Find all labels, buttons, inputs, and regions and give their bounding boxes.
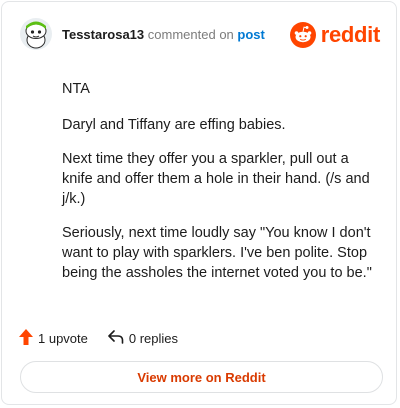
comment-paragraph: Next time they offer you a sparkler, pul… [62, 151, 370, 207]
comment-meta: Tesstarosa13 commented on post [62, 27, 265, 42]
comment-paragraph: Seriously, next time loudly say "You kno… [62, 225, 372, 281]
action-text: commented on [147, 27, 234, 42]
comment-paragraph: Daryl and Tiffany are effing babies. [62, 117, 286, 133]
post-link[interactable]: post [237, 27, 264, 42]
upvote-count[interactable]: 1 upvote [19, 328, 88, 348]
reply-arrow-icon [108, 329, 124, 347]
upvote-label: 1 upvote [38, 330, 88, 346]
comment-body: NTA Daryl and Tiffany are effing babies.… [62, 79, 372, 297]
view-more-button[interactable]: View more on Reddit [20, 361, 383, 393]
comment-header: Tesstarosa13 commented on post reddit [18, 18, 380, 54]
reddit-wordmark: reddit [320, 22, 381, 47]
reddit-brand[interactable]: reddit [289, 20, 381, 50]
upvote-arrow-icon[interactable] [19, 328, 33, 348]
snoo-avatar-icon[interactable] [20, 18, 52, 50]
comment-footer: 1 upvote 0 replies [19, 327, 198, 349]
reddit-logo-icon [289, 22, 316, 48]
reply-count[interactable]: 0 replies [108, 329, 179, 347]
comment-paragraph: NTA [62, 81, 90, 97]
reddit-comment-embed: Tesstarosa13 commented on post reddit NT… [1, 1, 397, 405]
reply-label: 0 replies [128, 330, 179, 346]
username-link[interactable]: Tesstarosa13 [62, 27, 144, 42]
